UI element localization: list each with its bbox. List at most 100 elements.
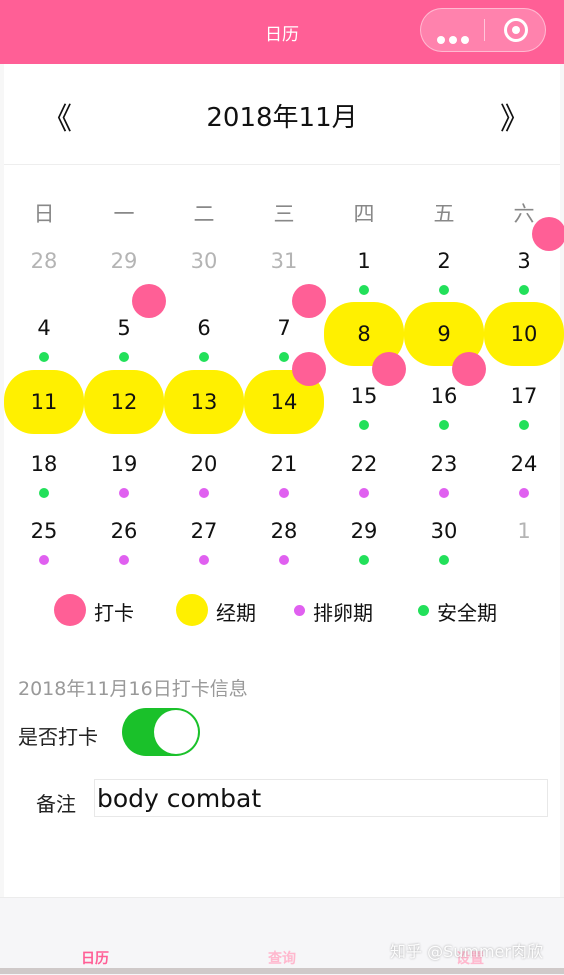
calendar-day[interactable]: 28	[244, 503, 324, 571]
calendar-day[interactable]: 19	[84, 436, 164, 504]
day-number: 30	[190, 249, 218, 273]
watermark: 知乎 @Summer肉欣	[390, 942, 543, 961]
day-number: 31	[270, 249, 298, 273]
day-number: 26	[110, 519, 138, 543]
calendar-day[interactable]: 16	[404, 352, 486, 436]
checkin-toggle[interactable]	[122, 708, 200, 756]
day-number: 22	[350, 452, 378, 476]
calendar-day[interactable]: 25	[4, 503, 84, 571]
day-number: 14	[270, 390, 298, 414]
day-number: 27	[190, 519, 218, 543]
calendar-day[interactable]: 24	[484, 436, 564, 504]
calendar-day[interactable]: 26	[84, 503, 164, 571]
calendar-day[interactable]: 2	[404, 233, 484, 301]
legend-swatch-icon	[176, 594, 208, 626]
day-number: 4	[37, 316, 51, 340]
calendar-day[interactable]: 15	[324, 352, 406, 436]
calendar-day[interactable]: 5	[84, 284, 166, 368]
safe-period-dot	[439, 285, 449, 295]
safe-period-dot	[359, 420, 369, 430]
miniprogram-capsule	[420, 8, 546, 52]
calendar-day[interactable]: 22	[324, 436, 404, 504]
calendar-day[interactable]: 12	[84, 368, 164, 436]
calendar-day[interactable]: 29	[324, 503, 404, 571]
more-icon[interactable]	[437, 29, 473, 48]
month-title: 2018年11月	[206, 103, 358, 133]
day-number: 21	[270, 452, 298, 476]
checkin-mark	[452, 352, 486, 386]
calendar-day[interactable]: 14	[244, 352, 326, 436]
calendar-day[interactable]: 21	[244, 436, 324, 504]
safe-period-dot	[439, 555, 449, 565]
ovulation-dot	[119, 488, 129, 498]
day-number: 13	[190, 390, 218, 414]
weekday-label: 五	[433, 202, 455, 226]
day-number: 25	[30, 519, 58, 543]
calendar-day[interactable]: 6	[164, 300, 244, 368]
calendar-day[interactable]: 30	[404, 503, 484, 571]
tab-calendar[interactable]: 日历	[50, 948, 140, 968]
ovulation-dot	[279, 555, 289, 565]
day-number: 24	[510, 452, 538, 476]
calendar-day[interactable]: 10	[484, 300, 564, 368]
calendar-day[interactable]: 18	[4, 436, 84, 504]
day-number: 10	[510, 322, 538, 346]
bottom-strip	[0, 968, 564, 974]
day-number: 2	[437, 249, 451, 273]
ovulation-dot	[519, 488, 529, 498]
checkin-mark	[292, 352, 326, 386]
day-number: 29	[350, 519, 378, 543]
day-number: 7	[277, 316, 291, 340]
calendar-day[interactable]: 11	[4, 368, 84, 436]
day-number: 6	[197, 316, 211, 340]
next-month-button[interactable]: 》	[500, 94, 530, 138]
legend-label: 打卡	[94, 601, 134, 625]
calendar-day[interactable]: 20	[164, 436, 244, 504]
remark-input[interactable]	[94, 779, 548, 817]
calendar-day[interactable]: 1	[324, 233, 404, 301]
calendar-day[interactable]: 27	[164, 503, 244, 571]
weekday-label: 二	[193, 202, 215, 226]
calendar-day[interactable]: 1	[484, 503, 564, 571]
day-number: 1	[357, 249, 371, 273]
legend-swatch-icon	[54, 594, 86, 626]
day-number: 28	[30, 249, 58, 273]
calendar-day[interactable]: 4	[4, 300, 84, 368]
checkin-mark	[132, 284, 166, 318]
ovulation-dot	[439, 488, 449, 498]
close-target-icon[interactable]	[504, 18, 528, 42]
legend-swatch-icon	[294, 605, 305, 616]
day-number: 23	[430, 452, 458, 476]
calendar-day[interactable]: 17	[484, 368, 564, 436]
legend-label: 经期	[216, 601, 256, 625]
tab-query[interactable]: 查询	[237, 948, 327, 968]
safe-period-dot	[279, 352, 289, 362]
safe-period-dot	[39, 352, 49, 362]
ovulation-dot	[39, 555, 49, 565]
calendar-day[interactable]: 30	[164, 233, 244, 301]
checkin-mark	[292, 284, 326, 318]
navbar: 日历	[0, 0, 564, 64]
checkin-mark	[532, 217, 564, 251]
safe-period-dot	[439, 420, 449, 430]
day-number: 20	[190, 452, 218, 476]
main-content: 《 2018年11月 》 日一二三四五六 28 29 30 31 1 2 3 4 5 6 7 8 9 10…	[4, 64, 564, 897]
calendar-day[interactable]: 13	[164, 368, 244, 436]
day-number: 15	[350, 384, 378, 408]
checkin-mark	[372, 352, 406, 386]
day-number: 1	[517, 519, 531, 543]
checkin-label: 是否打卡	[18, 725, 98, 749]
ovulation-dot	[279, 488, 289, 498]
ovulation-dot	[199, 555, 209, 565]
calendar-day[interactable]: 3	[484, 217, 564, 301]
safe-period-dot	[359, 285, 369, 295]
weekday-label: 四	[353, 202, 375, 226]
calendar-day[interactable]: 28	[4, 233, 84, 301]
calendar-day[interactable]: 23	[404, 436, 484, 504]
capsule-divider	[484, 19, 485, 41]
day-number: 8	[357, 322, 371, 346]
legend-label: 排卵期	[313, 601, 373, 625]
weekday-label: 一	[113, 202, 135, 226]
day-number: 5	[117, 316, 131, 340]
legend-label: 安全期	[437, 601, 497, 625]
